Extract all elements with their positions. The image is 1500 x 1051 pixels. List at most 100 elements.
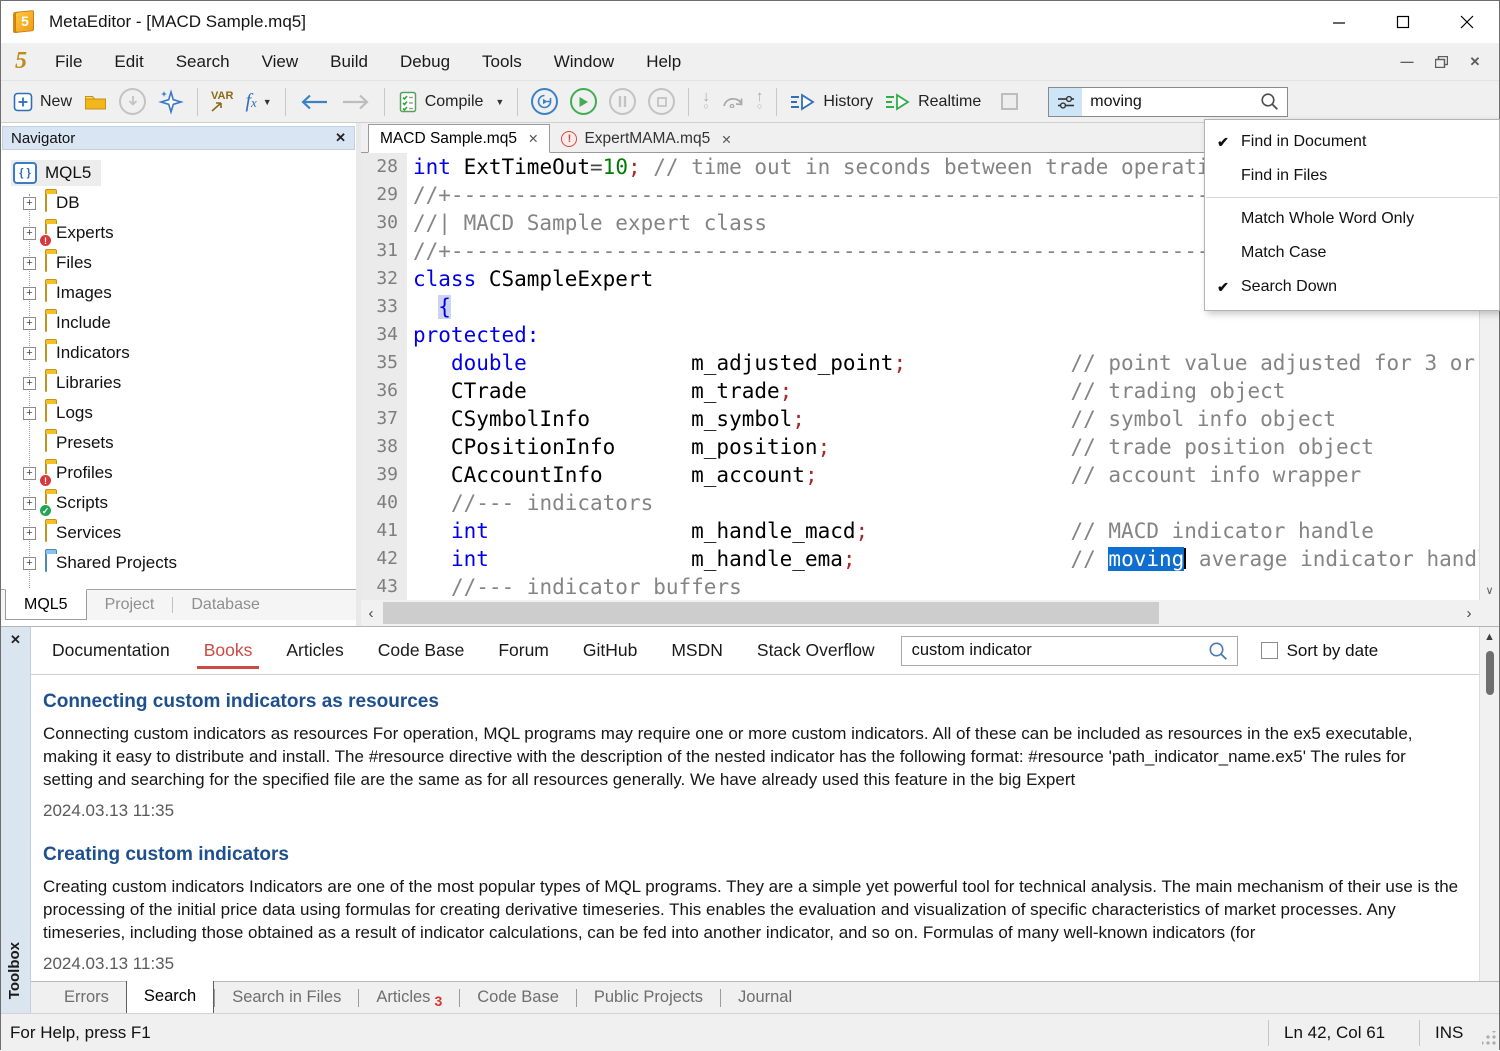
profiler-button[interactable] [1001, 93, 1018, 110]
expand-icon[interactable]: + [23, 527, 36, 540]
navigate-forward-button[interactable] [335, 85, 377, 119]
bottom-tab-journal[interactable]: Journal [721, 982, 809, 1013]
tab-close-icon[interactable]: ✕ [721, 132, 731, 147]
toolbox-tab-code-base[interactable]: Code Base [378, 627, 465, 674]
search-options-button[interactable] [1049, 88, 1082, 116]
expand-icon[interactable]: + [23, 347, 36, 360]
open-folder-button[interactable] [78, 85, 113, 119]
bottom-tab-search-in-files[interactable]: Search in Files [215, 982, 358, 1013]
menu-build[interactable]: Build [314, 43, 384, 80]
sidebar-item-services[interactable]: +Services [1, 518, 356, 548]
menu-file[interactable]: File [39, 43, 98, 80]
toolbox-vertical-scrollbar[interactable]: ▲ [1479, 627, 1499, 981]
editor-tab-expertmama-mq5[interactable]: !ExpertMAMA.mq5✕ [550, 126, 742, 152]
expand-icon[interactable]: + [23, 257, 36, 270]
sidebar-item-shared-projects[interactable]: +Shared Projects [1, 548, 356, 578]
sidebar-item-logs[interactable]: +Logs [1, 398, 356, 428]
toolbox-tab-books[interactable]: Books [204, 627, 253, 674]
search-menu-item-find-in-files[interactable]: Find in Files [1205, 159, 1499, 193]
navigator-tab-mql5[interactable]: MQL5 [5, 589, 87, 620]
resize-grip[interactable] [1482, 1031, 1496, 1045]
toolbox-tab-documentation[interactable]: Documentation [52, 627, 170, 674]
search-menu-item-find-in-document[interactable]: ✔Find in Document [1205, 125, 1499, 159]
expand-icon[interactable]: + [23, 197, 36, 210]
sidebar-item-libraries[interactable]: +Libraries [1, 368, 356, 398]
minimize-button[interactable] [1307, 1, 1371, 43]
search-menu-item-search-down[interactable]: ✔Search Down [1205, 270, 1499, 304]
menu-debug[interactable]: Debug [384, 43, 466, 80]
sidebar-item-presets[interactable]: Presets [1, 428, 356, 458]
tab-close-icon[interactable]: ✕ [528, 131, 538, 146]
realtime-test-button[interactable]: Realtime [879, 85, 987, 119]
result-title-link[interactable]: Creating custom indicators [43, 844, 1459, 866]
menu-view[interactable]: View [246, 43, 315, 80]
sidebar-item-images[interactable]: +Images [1, 278, 356, 308]
toolbox-search-input[interactable] [902, 641, 1208, 660]
search-menu-item-match-whole-word-only[interactable]: Match Whole Word Only [1205, 202, 1499, 236]
sort-by-date-checkbox[interactable] [1261, 642, 1278, 659]
sidebar-item-indicators[interactable]: +Indicators [1, 338, 356, 368]
bottom-tab-articles[interactable]: Articles3 [359, 982, 459, 1013]
debug-realtime-button[interactable] [564, 85, 603, 119]
debug-history-button[interactable] [525, 85, 564, 119]
close-button[interactable] [1435, 1, 1499, 43]
menu-window[interactable]: Window [538, 43, 630, 80]
mdi-minimize-button[interactable]: — [1393, 50, 1421, 74]
expand-icon[interactable]: + [23, 377, 36, 390]
bottom-tab-public-projects[interactable]: Public Projects [577, 982, 720, 1013]
editor-tab-macd-sample-mq5[interactable]: MACD Sample.mq5✕ [368, 124, 550, 153]
expand-icon[interactable]: + [23, 317, 36, 330]
sidebar-item-include[interactable]: +Include [1, 308, 356, 338]
navigator-tab-database[interactable]: Database [173, 590, 278, 620]
checkout-button[interactable] [113, 85, 152, 119]
stop-button[interactable] [642, 85, 681, 119]
toolbox-tab-github[interactable]: GitHub [583, 627, 637, 674]
step-into-button[interactable]: ↓○ [696, 85, 716, 119]
toolbox-tab-articles[interactable]: Articles [286, 627, 343, 674]
compile-button[interactable]: Compile ▼ [392, 85, 511, 119]
menu-tools[interactable]: Tools [466, 43, 538, 80]
sidebar-item-experts[interactable]: +!Experts [1, 218, 356, 248]
editor-horizontal-scrollbar[interactable]: ‹ › [361, 600, 1479, 626]
folder-icon [45, 523, 47, 542]
menu-search[interactable]: Search [160, 43, 246, 80]
expand-icon[interactable]: + [23, 497, 36, 510]
toolbox-close-icon[interactable]: ✕ [10, 632, 21, 648]
search-menu-item-match-case[interactable]: Match Case [1205, 236, 1499, 270]
styler-button[interactable] [152, 85, 190, 119]
navigator-tab-project[interactable]: Project [87, 590, 173, 620]
pause-button[interactable] [603, 85, 642, 119]
mdi-restore-button[interactable] [1427, 50, 1455, 74]
search-input[interactable] [1082, 93, 1260, 111]
expand-icon[interactable]: + [23, 467, 36, 480]
step-over-button[interactable] [716, 85, 750, 119]
navigator-close-icon[interactable]: ✕ [335, 130, 346, 146]
history-test-button[interactable]: History [784, 85, 879, 119]
maximize-button[interactable] [1371, 1, 1435, 43]
bottom-tab-search[interactable]: Search [126, 981, 214, 1014]
menu-edit[interactable]: Edit [98, 43, 159, 80]
sidebar-item-db[interactable]: +DB [1, 188, 356, 218]
sidebar-item-files[interactable]: +Files [1, 248, 356, 278]
toolbox-tab-msdn[interactable]: MSDN [671, 627, 723, 674]
expand-icon[interactable]: + [23, 287, 36, 300]
bottom-tab-code-base[interactable]: Code Base [460, 982, 576, 1013]
expand-icon[interactable]: + [23, 557, 36, 570]
expand-icon[interactable]: + [23, 407, 36, 420]
pause-icon [609, 88, 636, 115]
navigate-back-button[interactable] [293, 85, 335, 119]
bottom-tab-errors[interactable]: Errors [47, 982, 126, 1013]
function-list-button[interactable]: fx ▼ [239, 85, 277, 119]
step-out-button[interactable]: ↑○ [750, 85, 770, 119]
result-title-link[interactable]: Connecting custom indicators as resource… [43, 691, 1459, 713]
variables-button[interactable]: VAR [205, 85, 239, 119]
toolbox-tab-forum[interactable]: Forum [498, 627, 549, 674]
mdi-close-button[interactable]: ✕ [1461, 50, 1489, 74]
expand-icon[interactable]: + [23, 227, 36, 240]
new-file-button[interactable]: New [7, 85, 78, 119]
sidebar-item-mql5-root[interactable]: { } MQL5 [1, 158, 356, 188]
toolbox-tab-stack-overflow[interactable]: Stack Overflow [757, 627, 875, 674]
sidebar-item-scripts[interactable]: +✓Scripts [1, 488, 356, 518]
sidebar-item-profiles[interactable]: +!Profiles [1, 458, 356, 488]
menu-help[interactable]: Help [630, 43, 697, 80]
